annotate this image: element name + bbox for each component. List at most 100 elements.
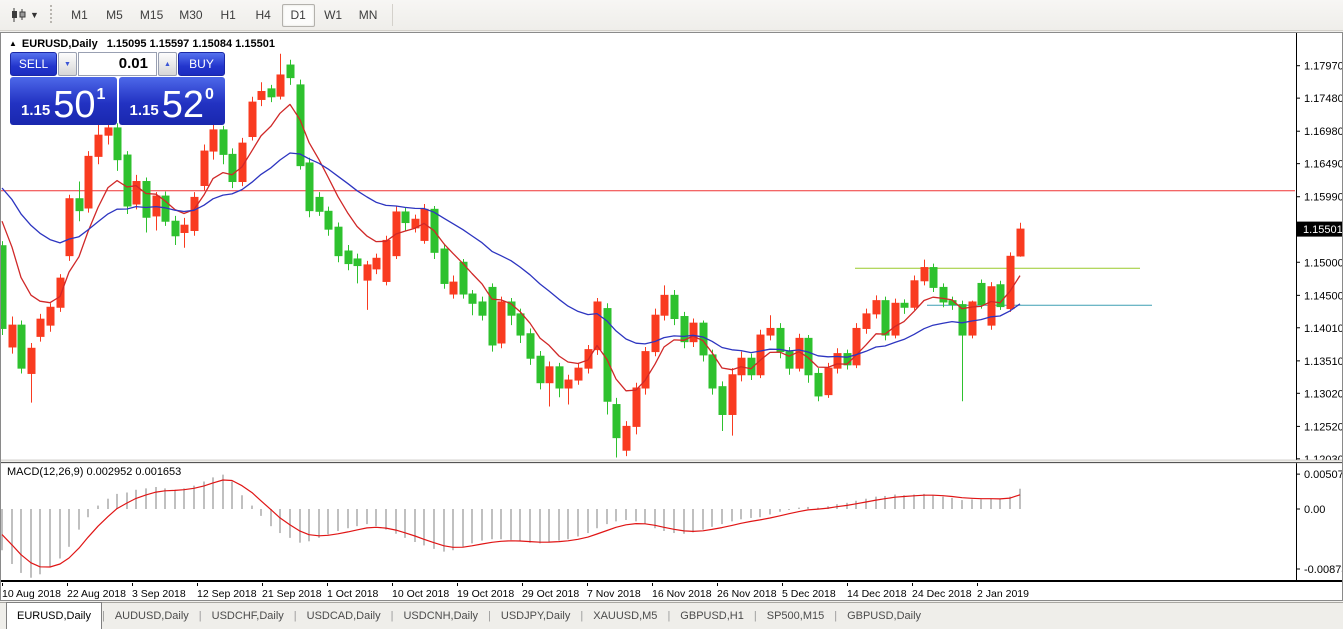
- buy-button[interactable]: BUY: [178, 52, 225, 76]
- candle-body: [469, 294, 476, 303]
- timeframe-button-m1[interactable]: M1: [63, 4, 96, 27]
- candle-body: [335, 227, 342, 255]
- chart-tool-icon[interactable]: [8, 6, 30, 24]
- macd-bar: [97, 506, 99, 509]
- macd-bar: [231, 482, 233, 509]
- chart-tab-usdjpy-daily[interactable]: USDJPY,Daily: [491, 603, 581, 629]
- macd-bar: [11, 509, 13, 564]
- macd-bar: [145, 488, 147, 509]
- macd-bar: [855, 501, 857, 509]
- macd-bar: [577, 509, 579, 536]
- chart-tab-sp500-m15[interactable]: SP500,M15: [757, 603, 834, 629]
- candle-body: [623, 426, 630, 450]
- timeframe-button-m30[interactable]: M30: [172, 4, 209, 27]
- macd-bar: [385, 509, 387, 530]
- buy-price-box[interactable]: 1.15 52 0: [119, 77, 226, 125]
- macd-bar: [903, 495, 905, 509]
- candle-body: [114, 128, 121, 160]
- candle-body: [268, 89, 275, 97]
- svg-text:1.16980: 1.16980: [1304, 126, 1343, 138]
- svg-text:1.15000: 1.15000: [1304, 257, 1343, 269]
- volume-input[interactable]: 0.01: [78, 52, 157, 76]
- candle-body: [354, 259, 361, 266]
- timeframe-button-m15[interactable]: M15: [133, 4, 170, 27]
- volume-increase-button[interactable]: ▲: [158, 52, 177, 76]
- candle-body: [757, 335, 764, 375]
- timeframe-button-h1[interactable]: H1: [212, 4, 245, 27]
- macd-bar: [347, 509, 349, 528]
- macd-bar: [87, 509, 89, 517]
- candle-body: [901, 303, 908, 307]
- candle-body: [517, 314, 524, 335]
- timeframe-button-d1[interactable]: D1: [282, 4, 315, 27]
- candle-body: [364, 265, 371, 280]
- macd-bar: [155, 487, 157, 509]
- sell-button[interactable]: SELL: [10, 52, 57, 76]
- chart-tab-xauusd-m5[interactable]: XAUUSD,M5: [583, 603, 667, 629]
- macd-bar: [30, 509, 32, 578]
- window-restore-icon[interactable]: ▲: [9, 39, 17, 48]
- macd-bar: [116, 494, 118, 509]
- macd-bar: [318, 509, 320, 538]
- candle-body: [729, 375, 736, 415]
- macd-bar: [596, 509, 598, 528]
- chart-tab-usdcnh-daily[interactable]: USDCNH,Daily: [393, 603, 488, 629]
- chevron-down-icon[interactable]: ▼: [30, 10, 39, 20]
- macd-bar: [884, 496, 886, 509]
- candle-body: [565, 380, 572, 388]
- toolbar-drag-handle[interactable]: [49, 5, 54, 25]
- macd-bar: [289, 509, 291, 538]
- svg-text:1.14500: 1.14500: [1304, 290, 1343, 302]
- candle-body: [143, 182, 150, 218]
- candle-body: [681, 317, 688, 342]
- candle-body: [825, 368, 832, 394]
- candle-body: [85, 156, 92, 208]
- candle-body: [997, 285, 1004, 307]
- chart-tab-gbpusd-daily[interactable]: GBPUSD,Daily: [837, 603, 931, 629]
- timeframe-button-m5[interactable]: M5: [98, 4, 131, 27]
- macd-bar: [20, 509, 22, 573]
- candle-body: [834, 354, 841, 369]
- chart-tab-eurusd-daily[interactable]: EURUSD,Daily: [6, 602, 102, 629]
- candle-body: [57, 278, 64, 307]
- macd-bar: [500, 509, 502, 539]
- macd-bar: [769, 509, 771, 514]
- chart-tab-audusd-daily[interactable]: AUDUSD,Daily: [105, 603, 199, 629]
- macd-bar: [587, 509, 589, 533]
- candle-body: [767, 328, 774, 335]
- candle-body: [633, 388, 640, 426]
- candle-body: [105, 128, 112, 135]
- macd-bar: [183, 488, 185, 509]
- volume-decrease-button[interactable]: ▼: [58, 52, 77, 76]
- macd-bar: [491, 509, 493, 539]
- macd-bar: [78, 509, 80, 530]
- svg-text:16 Nov 2018: 16 Nov 2018: [652, 588, 712, 600]
- macd-bar: [731, 509, 733, 521]
- macd-bar: [932, 495, 934, 509]
- toolbar: ▼ M1M5M15M30H1H4D1W1MN: [0, 0, 1343, 31]
- macd-bar: [375, 509, 377, 526]
- candle-body: [527, 334, 534, 358]
- chart-tab-usdcad-daily[interactable]: USDCAD,Daily: [297, 603, 391, 629]
- macd-bar: [558, 509, 560, 541]
- candle-body: [863, 314, 870, 329]
- chart-tab-usdchf-daily[interactable]: USDCHF,Daily: [202, 603, 294, 629]
- chart-tab-bar: EURUSD,Daily|AUDUSD,Daily|USDCHF,Daily|U…: [0, 602, 1343, 629]
- chart-symbol-label: EURUSD,Daily: [22, 38, 98, 50]
- timeframe-button-mn[interactable]: MN: [352, 4, 385, 27]
- candle-body: [76, 199, 83, 211]
- buy-price-pip: 0: [205, 87, 214, 103]
- macd-bar: [721, 509, 723, 524]
- candle-body: [9, 325, 16, 347]
- timeframe-button-h4[interactable]: H4: [247, 4, 280, 27]
- macd-bar: [692, 509, 694, 532]
- sell-price-box[interactable]: 1.15 50 1: [10, 77, 117, 125]
- candle-body: [978, 283, 985, 304]
- macd-bar: [241, 495, 243, 509]
- svg-text:1 Oct 2018: 1 Oct 2018: [327, 588, 379, 600]
- svg-text:1.13510: 1.13510: [1304, 356, 1343, 368]
- chart-tab-gbpusd-h1[interactable]: GBPUSD,H1: [670, 603, 754, 629]
- candle-body: [66, 199, 73, 256]
- candle-body: [124, 155, 131, 206]
- timeframe-button-w1[interactable]: W1: [317, 4, 350, 27]
